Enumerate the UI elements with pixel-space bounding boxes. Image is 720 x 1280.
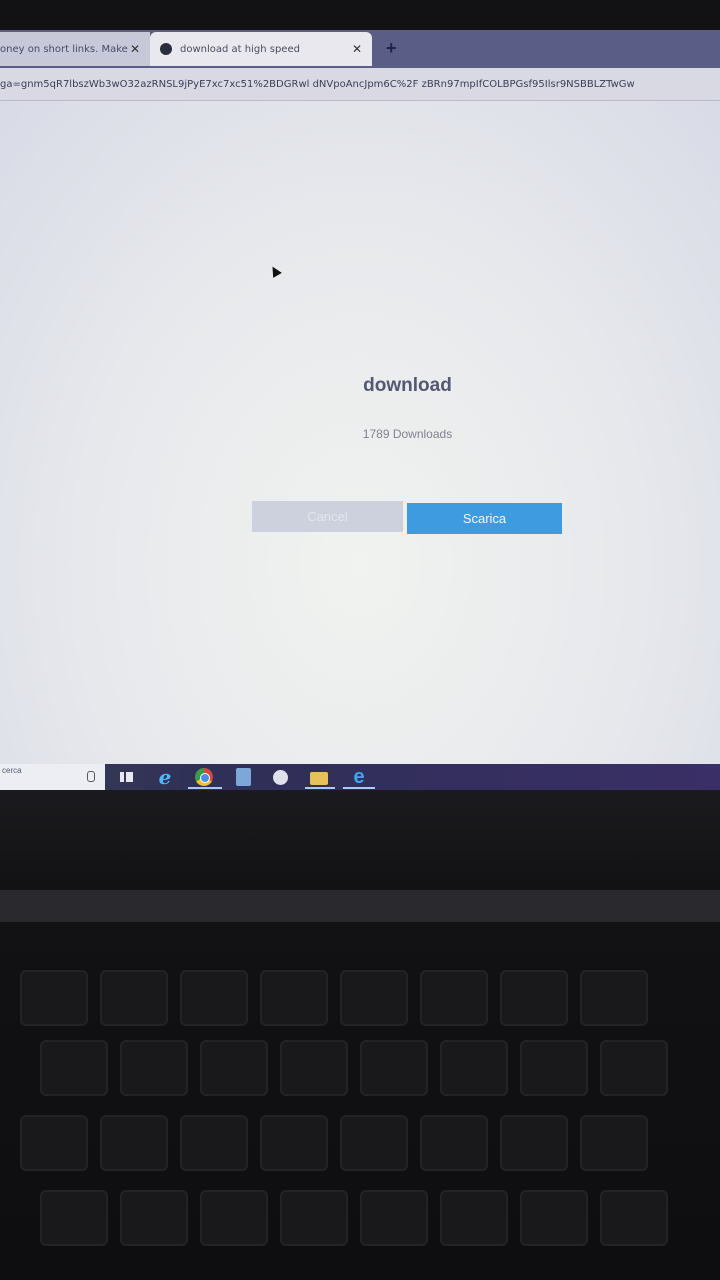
keyboard <box>0 960 720 1280</box>
keyboard-key <box>180 970 248 1026</box>
keyboard-key <box>20 1115 88 1171</box>
app-icon[interactable] <box>271 767 291 787</box>
keyboard-key <box>420 1115 488 1171</box>
tab-inactive[interactable]: oney on short links. Make ✕ <box>0 32 150 66</box>
keyboard-key <box>280 1040 348 1096</box>
edge-icon[interactable]: e <box>349 767 369 787</box>
cancel-button[interactable]: Cancel <box>252 501 403 532</box>
globe-icon <box>160 43 172 55</box>
tab-title: download at high speed <box>180 43 300 55</box>
chrome-logo <box>195 768 213 786</box>
keyboard-key <box>180 1115 248 1171</box>
keyboard-key <box>120 1190 188 1246</box>
keyboard-key <box>340 970 408 1026</box>
microphone-icon[interactable] <box>87 771 95 782</box>
keyboard-key <box>40 1040 108 1096</box>
keyboard-key <box>420 970 488 1026</box>
keyboard-key <box>500 970 568 1026</box>
active-indicator <box>343 787 375 789</box>
laptop-hinge <box>0 890 720 922</box>
keyboard-key <box>600 1040 668 1096</box>
address-bar[interactable]: ga=gnm5qR7lbszWb3wO32azRNSL9jPyE7xc7xc51… <box>0 68 720 101</box>
close-icon[interactable]: ✕ <box>350 42 364 56</box>
keyboard-key <box>580 1115 648 1171</box>
keyboard-key <box>360 1190 428 1246</box>
keyboard-key <box>20 970 88 1026</box>
keyboard-key <box>500 1115 568 1171</box>
app-shape <box>273 770 288 785</box>
keyboard-key <box>200 1190 268 1246</box>
screen-bezel <box>0 0 720 32</box>
tab-strip: oney on short links. Make ✕ download at … <box>0 30 720 68</box>
new-tab-button[interactable]: + <box>386 38 397 59</box>
keyboard-key <box>200 1040 268 1096</box>
web-page: download 1789 Downloads Cancel Scarica <box>0 101 720 764</box>
tab-title: oney on short links. Make <box>0 43 128 55</box>
keyboard-key <box>440 1190 508 1246</box>
active-indicator <box>188 787 222 789</box>
mouse-cursor-icon <box>268 264 282 278</box>
keyboard-key <box>260 1115 328 1171</box>
laptop-body <box>0 790 720 1280</box>
page-title: download <box>363 375 452 396</box>
internet-explorer-icon[interactable]: e <box>155 767 175 787</box>
keyboard-key <box>340 1115 408 1171</box>
active-indicator <box>305 787 335 789</box>
task-view-icon[interactable] <box>117 767 137 787</box>
download-button[interactable]: Scarica <box>407 503 562 534</box>
taskbar-search-input[interactable]: cerca <box>0 764 105 790</box>
photo-frame: oney on short links. Make ✕ download at … <box>0 0 720 1280</box>
search-placeholder: cerca <box>2 766 22 775</box>
document-shape <box>236 768 251 786</box>
download-count: 1789 Downloads <box>362 427 453 441</box>
keyboard-key <box>100 970 168 1026</box>
keyboard-key <box>520 1040 588 1096</box>
keyboard-key <box>280 1190 348 1246</box>
keyboard-key <box>440 1040 508 1096</box>
document-icon[interactable] <box>233 767 253 787</box>
tab-active[interactable]: download at high speed ✕ <box>150 32 372 66</box>
url-text: ga=gnm5qR7lbszWb3wO32azRNSL9jPyE7xc7xc51… <box>0 78 635 90</box>
keyboard-key <box>40 1190 108 1246</box>
keyboard-key <box>120 1040 188 1096</box>
keyboard-key <box>260 970 328 1026</box>
keyboard-key <box>520 1190 588 1246</box>
keyboard-key <box>600 1190 668 1246</box>
file-explorer-icon[interactable] <box>309 767 329 787</box>
taskbar: cerca e e <box>0 764 720 790</box>
folder-shape <box>310 772 328 785</box>
chrome-icon[interactable] <box>194 767 214 787</box>
close-icon[interactable]: ✕ <box>128 42 142 56</box>
keyboard-key <box>360 1040 428 1096</box>
keyboard-key <box>580 970 648 1026</box>
keyboard-key <box>100 1115 168 1171</box>
